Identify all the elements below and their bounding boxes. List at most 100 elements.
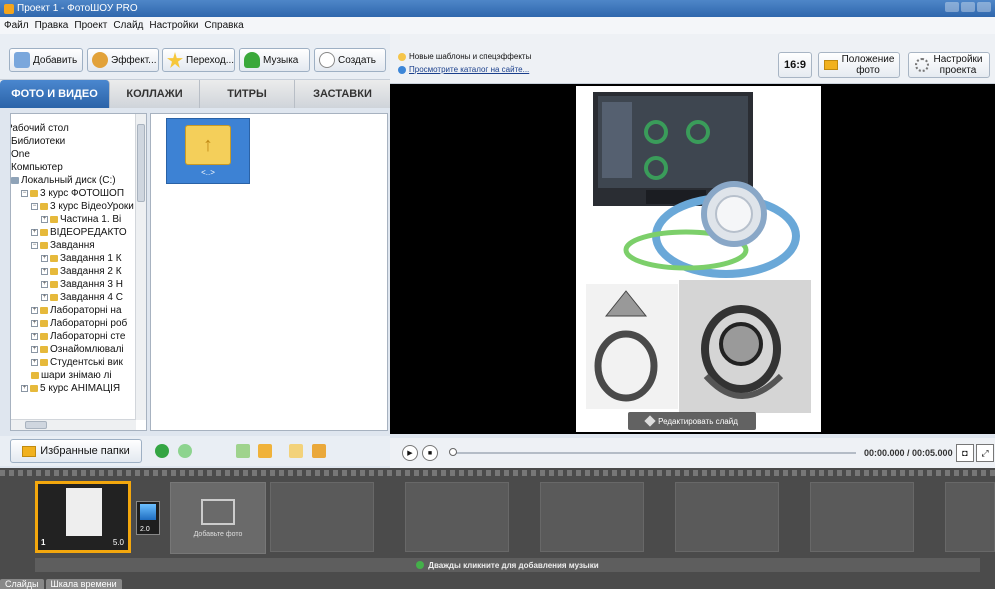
expand-toggle-icon[interactable]: + bbox=[31, 346, 38, 353]
edit-slide-button[interactable]: Редактировать слайд bbox=[628, 412, 756, 430]
favorite-folder-icon[interactable] bbox=[312, 444, 326, 458]
drive-icon bbox=[11, 177, 19, 184]
ring-collage-image bbox=[586, 92, 811, 413]
tree-node[interactable]: − 3 курс ФОТОШОП bbox=[21, 187, 124, 200]
music-track[interactable]: Дважды кликните для добавления музыки bbox=[35, 558, 980, 572]
timeline-track[interactable] bbox=[454, 452, 856, 454]
tab-timeline[interactable]: Шкала времени bbox=[45, 579, 122, 589]
tree-node[interactable]: + Завдання 1 К bbox=[41, 252, 122, 265]
expand-toggle-icon[interactable]: + bbox=[31, 333, 38, 340]
menu-settings[interactable]: Настройки bbox=[149, 20, 198, 31]
position-icon bbox=[823, 60, 838, 70]
close-button[interactable] bbox=[977, 2, 991, 12]
forward-icon[interactable] bbox=[178, 444, 192, 458]
catalog-link[interactable]: Просмотрите каталог на сайте... bbox=[398, 65, 529, 74]
stop-button[interactable]: ■ bbox=[422, 445, 438, 461]
tree-node[interactable]: + Лабораторні сте bbox=[31, 330, 125, 343]
tree-node-label: Ознайомлювалі bbox=[50, 344, 124, 355]
tree-node[interactable]: − Завдання bbox=[31, 239, 95, 252]
maximize-button[interactable] bbox=[961, 2, 975, 12]
expand-toggle-icon[interactable]: + bbox=[31, 359, 38, 366]
tree-node[interactable]: Рабочий стол bbox=[11, 122, 69, 135]
tab-titles[interactable]: ТИТРЫ bbox=[200, 80, 295, 108]
fullscreen-button[interactable]: ⤢ bbox=[976, 444, 994, 462]
snapshot-button[interactable]: ◘ bbox=[956, 444, 974, 462]
scroll-thumb[interactable] bbox=[137, 124, 145, 202]
expand-toggle-icon[interactable]: − bbox=[21, 190, 28, 197]
tree-node[interactable]: +5 курс АНІМАЦІЯ bbox=[21, 382, 120, 395]
down-arrow-icon[interactable] bbox=[236, 444, 250, 458]
empty-slot[interactable] bbox=[675, 482, 779, 552]
back-icon[interactable] bbox=[155, 444, 169, 458]
expand-toggle-icon[interactable]: + bbox=[31, 229, 38, 236]
menu-help[interactable]: Справка bbox=[204, 20, 243, 31]
tab-collages[interactable]: КОЛЛАЖИ bbox=[110, 80, 200, 108]
tree-node[interactable]: + Завдання 2 К bbox=[41, 265, 122, 278]
tab-intros[interactable]: ЗАСТАВКИ bbox=[295, 80, 390, 108]
tree-node-label: Компьютер bbox=[11, 162, 63, 173]
empty-slot[interactable] bbox=[270, 482, 374, 552]
tab-photo-video[interactable]: ФОТО И ВИДЕО bbox=[0, 80, 110, 108]
expand-toggle-icon[interactable]: − bbox=[31, 242, 38, 249]
slide-thumbnail[interactable]: 1 5.0 bbox=[35, 481, 131, 553]
empty-slot[interactable] bbox=[405, 482, 509, 552]
timeline-handle[interactable] bbox=[449, 448, 457, 456]
project-settings-button[interactable]: Настройки проекта bbox=[908, 52, 990, 78]
tree-node[interactable]: + Ознайомлювалі bbox=[31, 343, 124, 356]
empty-slot[interactable] bbox=[810, 482, 914, 552]
tree-node[interactable]: Библиотеки bbox=[11, 135, 65, 148]
tree-node[interactable]: шари знімаю лі bbox=[31, 369, 112, 382]
tree-node[interactable]: + Лабораторні роб bbox=[31, 317, 127, 330]
empty-slot[interactable] bbox=[945, 482, 995, 552]
minimize-button[interactable] bbox=[945, 2, 959, 12]
add-button[interactable]: Добавить bbox=[9, 48, 83, 72]
expand-toggle-icon[interactable]: + bbox=[41, 294, 48, 301]
empty-slot[interactable] bbox=[540, 482, 644, 552]
tree-node-label: шари знімаю лі bbox=[41, 370, 112, 381]
scroll-thumb[interactable] bbox=[25, 421, 47, 429]
music-button[interactable]: Музыка bbox=[239, 48, 310, 72]
effects-button[interactable]: Эффект... bbox=[87, 48, 159, 72]
home-icon[interactable] bbox=[258, 444, 272, 458]
tree-horizontal-scrollbar[interactable] bbox=[11, 419, 136, 430]
menu-slide[interactable]: Слайд bbox=[113, 20, 143, 31]
tree-node-label: Локальный диск (C:) bbox=[21, 175, 116, 186]
tree-node[interactable]: Компьютер bbox=[11, 161, 63, 174]
tree-node[interactable]: + Частина 1. Ві bbox=[41, 213, 121, 226]
transition-thumbnail[interactable]: 2.0 bbox=[136, 501, 160, 535]
expand-toggle-icon[interactable]: + bbox=[31, 307, 38, 314]
add-photo-slot[interactable]: Добавьте фото bbox=[170, 482, 266, 554]
expand-toggle-icon[interactable]: + bbox=[41, 268, 48, 275]
folder-up-icon[interactable] bbox=[289, 444, 303, 458]
transitions-button[interactable]: Переход... bbox=[162, 48, 235, 72]
create-button[interactable]: Создать bbox=[314, 48, 386, 72]
tree-node[interactable]: − 3 курс ВідеоУроки bbox=[31, 200, 134, 213]
expand-toggle-icon[interactable]: + bbox=[21, 385, 28, 392]
play-button[interactable]: ▶ bbox=[402, 445, 418, 461]
expand-toggle-icon[interactable]: − bbox=[31, 203, 38, 210]
tab-slides[interactable]: Слайды bbox=[0, 579, 44, 589]
tree-node[interactable]: + Студентські вик bbox=[31, 356, 123, 369]
favorite-folders-button[interactable]: Избранные папки bbox=[10, 439, 142, 463]
tree-node[interactable]: + ВІДЕОРЕДАКТО bbox=[31, 226, 127, 239]
time-display: 00:00.000 / 00:05.000 bbox=[864, 448, 953, 458]
tree-node[interactable]: + Завдання 3 Н bbox=[41, 278, 123, 291]
folder-tree[interactable]: Рабочий стол Библиотеки One Компьютер Локаль… bbox=[10, 113, 147, 431]
menu-project[interactable]: Проект bbox=[74, 20, 107, 31]
expand-toggle-icon[interactable]: + bbox=[41, 255, 48, 262]
menu-file[interactable]: Файл bbox=[4, 20, 29, 31]
tree-node[interactable]: One bbox=[11, 148, 30, 161]
tree-node[interactable]: + Завдання 4 С bbox=[41, 291, 123, 304]
tree-node[interactable]: Локальный диск (C:) bbox=[11, 174, 116, 187]
tree-node-label: Лабораторні роб bbox=[50, 318, 128, 329]
photo-position-button[interactable]: Положение фото bbox=[818, 52, 900, 78]
tree-node[interactable]: + Лабораторні на bbox=[31, 304, 122, 317]
templates-link[interactable]: Новые шаблоны и спецэффекты bbox=[398, 52, 531, 61]
expand-toggle-icon[interactable]: + bbox=[31, 320, 38, 327]
expand-toggle-icon[interactable]: + bbox=[41, 216, 48, 223]
aspect-ratio-button[interactable]: 16:9 bbox=[778, 52, 812, 78]
expand-toggle-icon[interactable]: + bbox=[41, 281, 48, 288]
menu-edit[interactable]: Правка bbox=[35, 20, 69, 31]
parent-folder-item[interactable]: ↑ <..> bbox=[166, 118, 250, 184]
tree-vertical-scrollbar[interactable] bbox=[135, 114, 146, 420]
